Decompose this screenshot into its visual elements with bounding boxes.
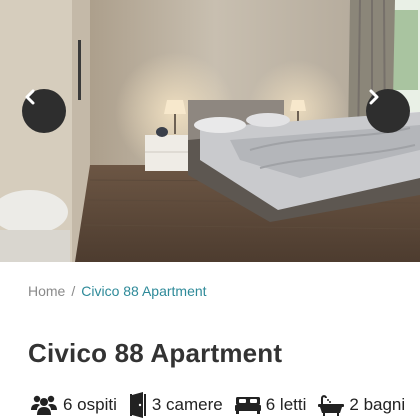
amenity-beds: 6 letti — [234, 395, 307, 415]
breadcrumb-separator: / — [71, 283, 76, 299]
amenity-rooms: 3 camere — [129, 392, 223, 418]
chevron-left-icon — [25, 89, 35, 105]
breadcrumb-current: Civico 88 Apartment — [81, 283, 207, 299]
door-icon — [129, 392, 147, 418]
page-title: Civico 88 Apartment — [28, 338, 283, 368]
property-photo[interactable] — [0, 0, 420, 262]
bathtub-icon — [318, 394, 345, 416]
carousel-prev-button[interactable] — [22, 89, 66, 133]
bed-icon — [234, 395, 261, 415]
bedroom-photo — [0, 0, 420, 262]
chevron-right-icon — [369, 89, 379, 105]
breadcrumb-home-link[interactable]: Home — [28, 283, 65, 299]
users-icon — [30, 394, 58, 416]
amenity-rooms-label: 3 camere — [151, 395, 223, 414]
amenities-list: 6 ospiti 3 camere 6 letti 2 bagni — [30, 391, 405, 419]
amenity-bathrooms-label: 2 bagni — [349, 395, 406, 414]
carousel-next-button[interactable] — [366, 89, 410, 133]
amenity-guests-label: 6 ospiti — [63, 395, 117, 414]
amenity-bathrooms: 2 bagni — [318, 394, 405, 416]
breadcrumb: Home / Civico 88 Apartment — [28, 283, 207, 299]
amenity-guests: 6 ospiti — [30, 394, 117, 416]
amenity-beds-label: 6 letti — [265, 395, 307, 414]
